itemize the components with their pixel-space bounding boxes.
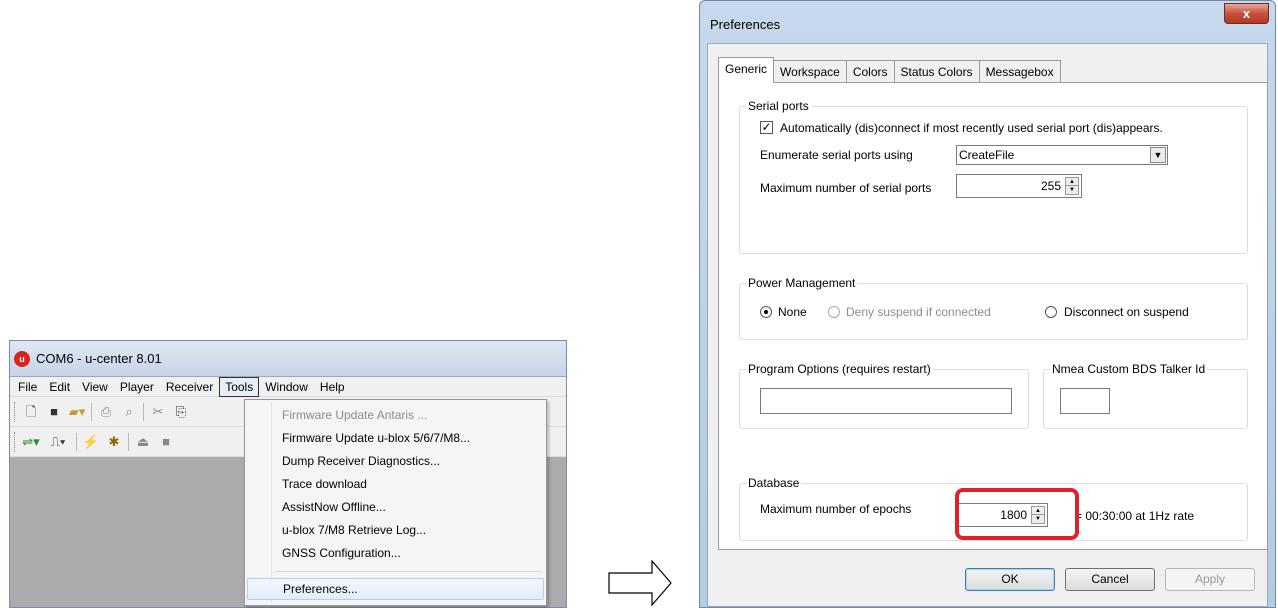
group-legend: Serial ports: [746, 99, 811, 113]
menu-view[interactable]: View: [76, 377, 114, 397]
baudrate-icon[interactable]: ⎍▾: [45, 433, 71, 451]
spin-up-icon[interactable]: ▲: [1066, 178, 1078, 186]
menu-player[interactable]: Player: [114, 377, 160, 397]
cancel-button[interactable]: Cancel: [1065, 568, 1155, 591]
group-legend: Nmea Custom BDS Talker Id: [1050, 362, 1208, 376]
group-serial-ports: Serial ports ✓ Automatically (dis)connec…: [739, 99, 1248, 254]
tab-generic[interactable]: Generic: [718, 57, 775, 83]
max-serial-ports-value: 255: [1040, 179, 1061, 193]
menu-item-retrieve-log[interactable]: u-blox 7/M8 Retrieve Log...: [247, 519, 544, 541]
menu-help[interactable]: Help: [314, 377, 351, 397]
toolbar-separator: [91, 402, 92, 421]
menu-tools[interactable]: Tools: [219, 376, 260, 397]
toolbar-separator: [143, 402, 144, 421]
toolbar-separator: [76, 432, 77, 451]
copy-icon[interactable]: ⎘: [172, 403, 190, 421]
tab-messagebox[interactable]: Messagebox: [978, 60, 1061, 83]
power-disconnect-label: Disconnect on suspend: [1064, 305, 1189, 319]
print-preview-icon[interactable]: ⌕: [120, 403, 138, 421]
menu-edit[interactable]: Edit: [43, 377, 76, 397]
menu-divider: [275, 571, 542, 572]
spin-buttons[interactable]: ▲ ▼: [1065, 177, 1079, 195]
program-options-input[interactable]: [760, 388, 1012, 414]
nmea-talker-id-input[interactable]: [1060, 388, 1110, 414]
power-deny-suspend-label: Deny suspend if connected: [846, 305, 991, 319]
print-icon[interactable]: ⎙: [97, 403, 115, 421]
tools-dropdown-menu: Firmware Update Antaris ... Firmware Upd…: [244, 399, 547, 606]
ok-button[interactable]: OK: [965, 568, 1055, 591]
ucenter-logo-icon: u: [14, 351, 30, 367]
spin-down-icon[interactable]: ▼: [1066, 186, 1078, 194]
power-none-radio[interactable]: [760, 306, 772, 318]
tab-panel-generic: Serial ports ✓ Automatically (dis)connec…: [718, 82, 1268, 550]
group-legend: Power Management: [746, 276, 858, 290]
eject-icon[interactable]: ⏏: [134, 433, 152, 451]
dialog-client-area: Generic Workspace Colors Status Colors M…: [707, 43, 1268, 607]
group-program-options: Program Options (requires restart): [739, 362, 1029, 429]
max-epochs-label: Maximum number of epochs: [760, 502, 912, 516]
ucenter-titlebar: u COM6 - u-center 8.01: [10, 341, 566, 377]
menu-item-trace-download[interactable]: Trace download: [247, 473, 544, 495]
group-legend: Program Options (requires restart): [746, 362, 933, 376]
auto-connect-checkbox[interactable]: ✓: [760, 121, 773, 134]
dialog-title: Preferences: [710, 17, 781, 32]
menu-item-assistnow-offline[interactable]: AssistNow Offline...: [247, 496, 544, 518]
enumerate-method-value: CreateFile: [959, 148, 1015, 162]
preferences-dialog: Preferences x Generic Workspace Colors S…: [699, 0, 1276, 608]
enumerate-label: Enumerate serial ports using: [760, 148, 913, 162]
enumerate-method-select[interactable]: CreateFile ▼: [956, 145, 1168, 165]
close-button[interactable]: x: [1224, 3, 1269, 24]
tab-status-colors[interactable]: Status Colors: [893, 60, 980, 83]
right-arrow-icon: [608, 560, 672, 606]
power-none-label: None: [778, 305, 807, 319]
max-serial-ports-spinner[interactable]: 255 ▲ ▼: [956, 174, 1082, 198]
group-power-management: Power Management None Deny suspend if co…: [739, 276, 1248, 340]
tab-colors[interactable]: Colors: [845, 60, 895, 83]
menu-item-firmware-update-ublox[interactable]: Firmware Update u-blox 5/6/7/M8...: [247, 427, 544, 449]
stop-icon[interactable]: ■: [157, 433, 175, 451]
max-serial-ports-label: Maximum number of serial ports: [760, 181, 932, 195]
highlight-annotation: [955, 488, 1079, 540]
menu-item-dump-receiver-diagnostics[interactable]: Dump Receiver Diagnostics...: [247, 450, 544, 472]
menu-item-preferences[interactable]: Preferences...: [247, 578, 544, 600]
save-icon[interactable]: ■: [45, 403, 63, 421]
apply-button[interactable]: Apply: [1165, 568, 1255, 591]
background-blur: [330, 343, 566, 373]
toolbar-grip[interactable]: [14, 431, 17, 452]
tab-strip: Generic Workspace Colors Status Colors M…: [718, 57, 1061, 83]
toolbar-grip[interactable]: [14, 401, 17, 422]
open-icon[interactable]: ▰▾: [68, 403, 86, 421]
ucenter-title: COM6 - u-center 8.01: [36, 351, 162, 366]
tab-workspace[interactable]: Workspace: [773, 60, 847, 83]
debug-icon[interactable]: ✱: [105, 433, 123, 451]
menu-window[interactable]: Window: [259, 377, 314, 397]
menu-receiver[interactable]: Receiver: [160, 377, 219, 397]
epochs-rate-text: = 00:30:00 at 1Hz rate: [1075, 509, 1195, 523]
menu-item-firmware-update-antaris[interactable]: Firmware Update Antaris ...: [247, 404, 544, 426]
cut-icon[interactable]: ✂: [149, 403, 167, 421]
auto-connect-label: Automatically (dis)connect if most recen…: [780, 121, 1163, 135]
menu-item-gnss-configuration[interactable]: GNSS Configuration...: [247, 542, 544, 564]
power-disconnect-radio[interactable]: [1045, 306, 1057, 318]
wizard-icon[interactable]: ⚡: [82, 433, 100, 451]
ucenter-menubar: File Edit View Player Receiver Tools Win…: [10, 376, 566, 397]
chevron-down-icon[interactable]: ▼: [1150, 147, 1166, 163]
power-deny-suspend-radio[interactable]: [828, 306, 840, 318]
new-icon[interactable]: 🗋: [22, 403, 40, 421]
menu-file[interactable]: File: [12, 377, 43, 397]
group-nmea-talker-id: Nmea Custom BDS Talker Id: [1043, 362, 1248, 429]
group-legend: Database: [746, 476, 802, 490]
toolbar-separator: [128, 432, 129, 451]
connect-icon[interactable]: ⇌▾: [22, 433, 40, 451]
